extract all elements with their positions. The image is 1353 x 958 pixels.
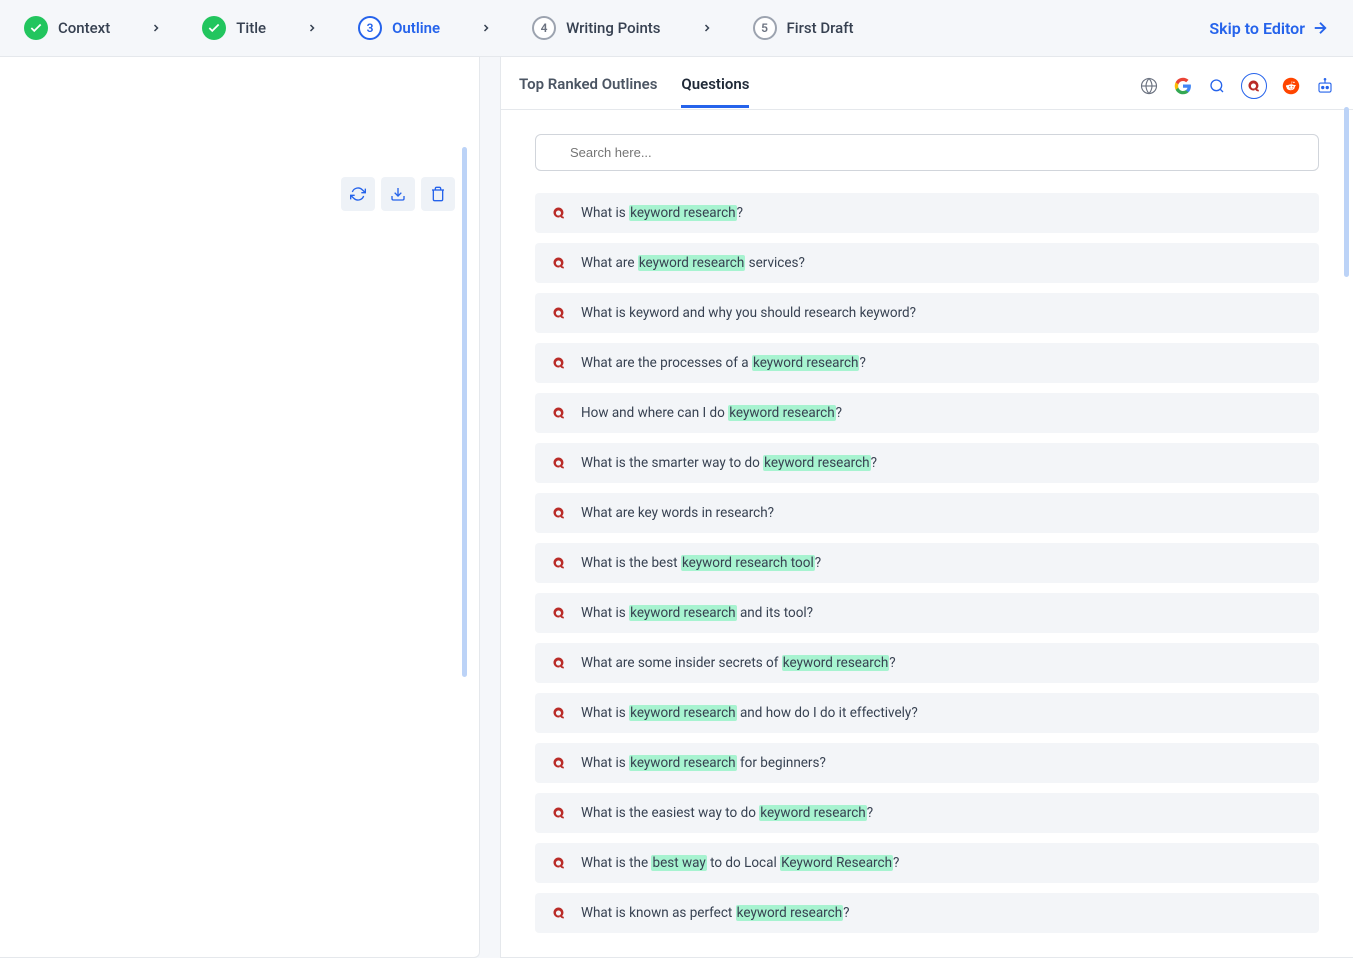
question-item[interactable]: What is keyword research and how do I do… [535,693,1319,733]
arrow-right-icon [1311,19,1329,37]
search-input[interactable] [535,134,1319,171]
chevron-right-icon [306,22,318,34]
google-icon[interactable] [1173,76,1193,96]
question-text: How and where can I do keyword research? [581,405,842,421]
quora-q-icon [551,905,567,921]
question-text: What is the best way to do Local Keyword… [581,855,899,871]
step-label: First Draft [787,19,854,37]
quora-q-icon [551,405,567,421]
step-label: Title [236,19,266,37]
question-item[interactable]: What is keyword research and its tool? [535,593,1319,633]
quora-q-icon [551,305,567,321]
question-text: What is the smarter way to do keyword re… [581,455,877,471]
step-number: 5 [753,16,777,40]
search-source-icon[interactable] [1207,76,1227,96]
skip-label: Skip to Editor [1209,19,1305,38]
quora-q-icon [551,605,567,621]
tabs: Top Ranked Outlines Questions [519,75,1139,108]
search-wrap [535,134,1319,171]
question-item[interactable]: What is known as perfect keyword researc… [535,893,1319,933]
question-item[interactable]: How and where can I do keyword research? [535,393,1319,433]
quora-q-icon [551,255,567,271]
chevron-right-icon [150,22,162,34]
question-text: What is known as perfect keyword researc… [581,905,850,921]
steps-container: Context Title 3 Outline 4 Writing Points [24,16,1209,40]
check-icon [202,16,226,40]
globe-icon[interactable] [1139,76,1159,96]
quora-q-icon [551,855,567,871]
question-item[interactable]: What is keyword research? [535,193,1319,233]
question-item[interactable]: What is the best way to do Local Keyword… [535,843,1319,883]
step-writing-points[interactable]: 4 Writing Points [532,16,660,40]
tabs-row: Top Ranked Outlines Questions [501,57,1353,110]
quora-q-icon [551,205,567,221]
question-text: What is keyword research for beginners? [581,755,826,771]
question-item[interactable]: What are some insider secrets of keyword… [535,643,1319,683]
refresh-icon [350,186,366,202]
scrollbar[interactable] [462,147,467,677]
question-text: What are keyword research services? [581,255,805,271]
question-item[interactable]: What is keyword research for beginners? [535,743,1319,783]
step-label: Writing Points [566,19,660,37]
quora-q-icon [551,705,567,721]
questions-content: What is keyword research? What are keywor… [501,110,1353,957]
trash-icon [430,186,446,202]
outline-actions [341,177,455,211]
chevron-right-icon [480,22,492,34]
question-text: What is the best keyword research tool? [581,555,821,571]
quora-q-icon [551,455,567,471]
reddit-icon[interactable] [1281,76,1301,96]
question-text: What are key words in research? [581,505,774,521]
quora-q-icon [551,355,567,371]
question-text: What is keyword research? [581,205,743,221]
quora-q-icon [551,505,567,521]
question-text: What is keyword research and its tool? [581,605,813,621]
outline-editor-pane [0,57,480,958]
quora-q-icon [551,755,567,771]
question-item[interactable]: What is the easiest way to do keyword re… [535,793,1319,833]
scrollbar[interactable] [1344,107,1349,277]
question-item[interactable]: What are the processes of a keyword rese… [535,343,1319,383]
step-number: 3 [358,16,382,40]
skip-to-editor-button[interactable]: Skip to Editor [1209,19,1329,38]
question-text: What is the easiest way to do keyword re… [581,805,873,821]
tab-questions[interactable]: Questions [681,75,749,108]
robot-icon[interactable] [1315,76,1335,96]
download-button[interactable] [381,177,415,211]
question-item[interactable]: What is keyword and why you should resea… [535,293,1319,333]
question-item[interactable]: What are keyword research services? [535,243,1319,283]
question-text: What are the processes of a keyword rese… [581,355,866,371]
delete-button[interactable] [421,177,455,211]
step-title[interactable]: Title [202,16,266,40]
step-label: Outline [392,19,440,37]
step-outline[interactable]: 3 Outline [358,16,440,40]
question-list: What is keyword research? What are keywor… [535,193,1319,933]
quora-q-icon [551,805,567,821]
download-icon [390,186,406,202]
chevron-right-icon [701,22,713,34]
check-icon [24,16,48,40]
stepper-header: Context Title 3 Outline 4 Writing Points [0,0,1353,57]
tab-top-ranked-outlines[interactable]: Top Ranked Outlines [519,75,657,108]
step-first-draft[interactable]: 5 First Draft [753,16,854,40]
quora-q-icon [551,655,567,671]
main-content: Top Ranked Outlines Questions [0,57,1353,958]
question-item[interactable]: What is the best keyword research tool? [535,543,1319,583]
source-filter-icons [1139,73,1335,109]
step-label: Context [58,19,110,37]
refresh-button[interactable] [341,177,375,211]
question-item[interactable]: What is the smarter way to do keyword re… [535,443,1319,483]
question-text: What is keyword and why you should resea… [581,305,916,321]
question-text: What are some insider secrets of keyword… [581,655,896,671]
quora-icon[interactable] [1241,73,1267,99]
step-context[interactable]: Context [24,16,110,40]
step-number: 4 [532,16,556,40]
quora-q-icon [551,555,567,571]
question-item[interactable]: What are key words in research? [535,493,1319,533]
question-text: What is keyword research and how do I do… [581,705,918,721]
research-pane: Top Ranked Outlines Questions [500,57,1353,958]
